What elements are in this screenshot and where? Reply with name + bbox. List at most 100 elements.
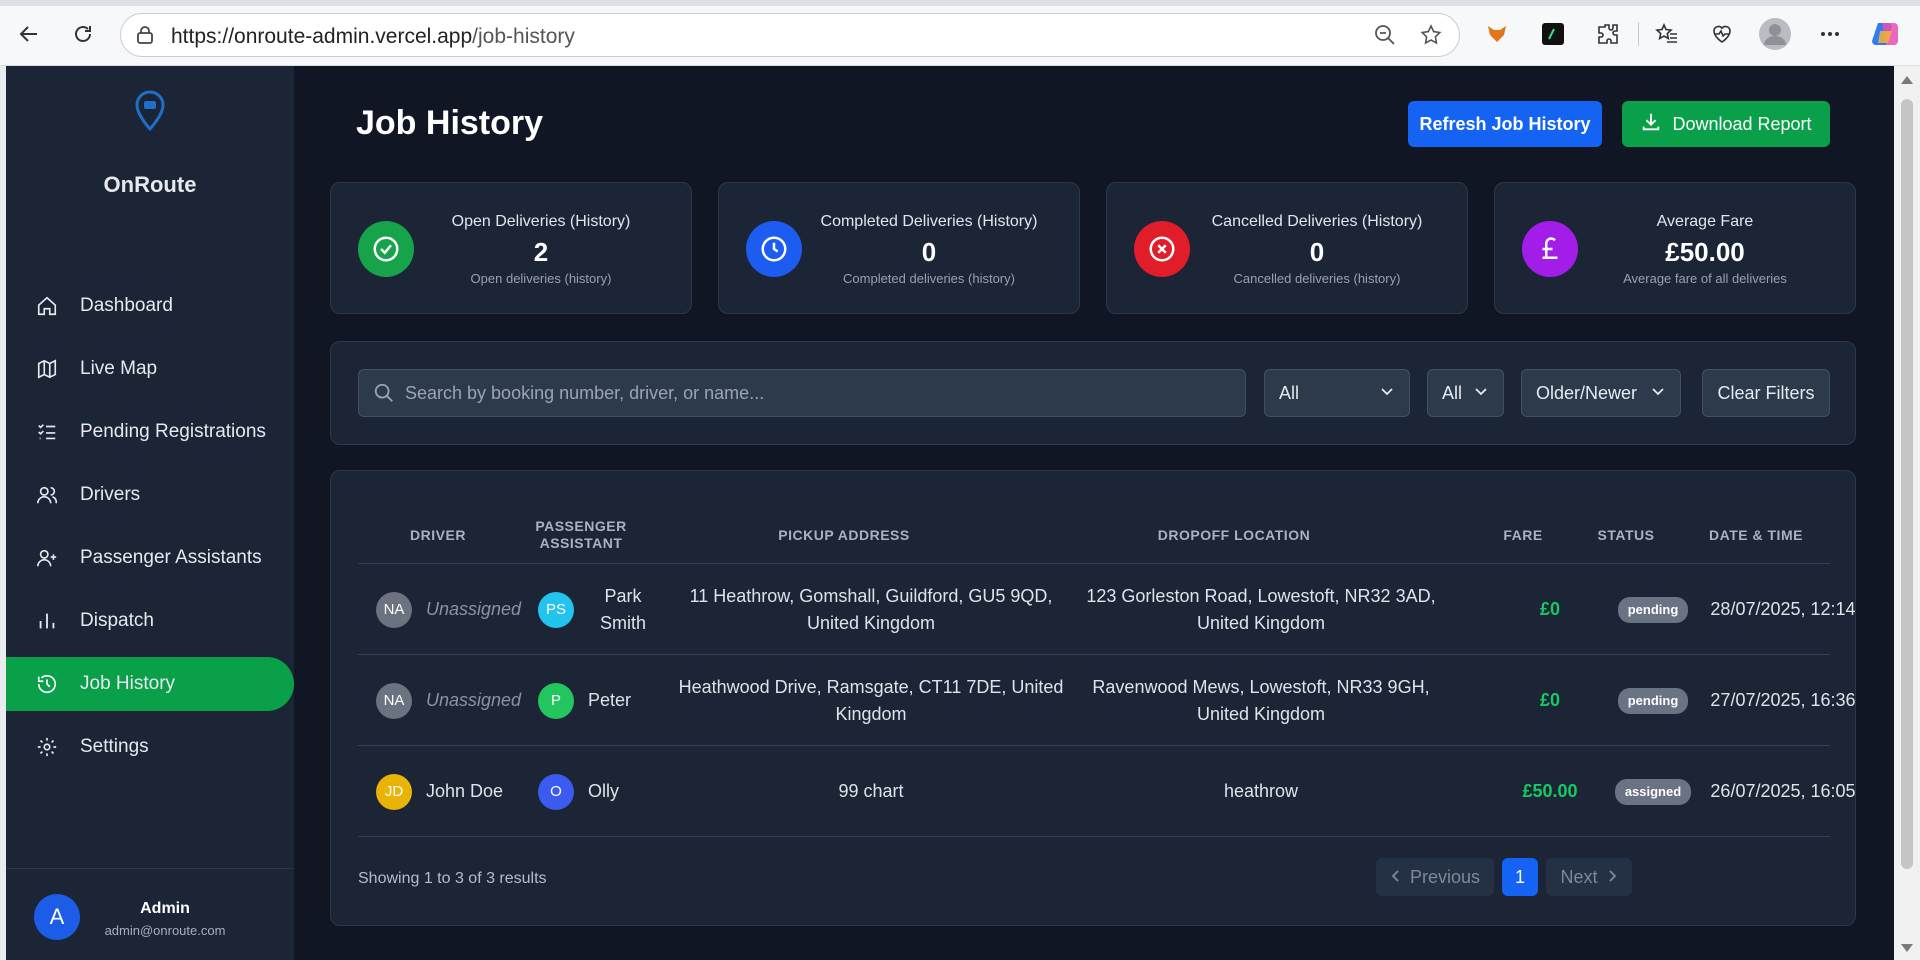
search-input[interactable]: Search by booking number, driver, or nam… — [358, 369, 1246, 417]
scrollbar-thumb[interactable] — [1901, 99, 1913, 869]
sort-value: Older/Newer — [1536, 382, 1638, 403]
page-title: Job History — [356, 104, 544, 142]
clear-filters-button[interactable]: Clear Filters — [1702, 369, 1830, 417]
column-header-date-time[interactable]: DATE & TIME — [1681, 509, 1831, 561]
next-page-button[interactable]: Next — [1546, 858, 1632, 896]
status-badge: pending — [1617, 596, 1689, 623]
profile-avatar-icon[interactable] — [1758, 17, 1792, 51]
stat-text: Cancelled Deliveries (History) 0 Cancell… — [1203, 213, 1431, 286]
users-icon — [34, 482, 60, 508]
stat-subtitle: Average fare of all deliveries — [1623, 271, 1787, 286]
pickup-address: Heathwood Drive, Ramsgate, CT11 7DE, Uni… — [678, 676, 1064, 724]
admin-name: Admin — [140, 900, 190, 917]
sidebar-item-settings[interactable]: Settings — [6, 720, 294, 774]
driver-cell: JD John Doe — [376, 746, 526, 837]
search-icon — [373, 382, 395, 409]
zoom-out-icon[interactable] — [1373, 23, 1397, 52]
tab-strip — [0, 0, 1920, 6]
column-header-status[interactable]: STATUS — [1571, 509, 1681, 561]
sidebar-item-dashboard[interactable]: Dashboard — [6, 279, 294, 333]
location-pin-logo-icon — [132, 90, 168, 139]
url-text: https://onroute-admin.vercel.app/job-his… — [171, 25, 575, 49]
avatar: NA — [376, 682, 412, 719]
x-circle-icon — [1134, 221, 1190, 277]
download-report-button[interactable]: Download Report — [1622, 101, 1830, 147]
sidebar-item-pending-registrations[interactable]: Pending Registrations — [6, 405, 294, 459]
sidebar-item-dispatch[interactable]: Dispatch — [6, 594, 294, 648]
bar-chart-icon — [34, 608, 60, 634]
passenger-assistant-cell: PS Park Smith — [538, 564, 668, 655]
sidebar-item-passenger-assistants[interactable]: Passenger Assistants — [6, 531, 294, 585]
download-icon — [1640, 111, 1662, 138]
driver-name: Unassigned — [426, 690, 522, 710]
table-row[interactable]: JD John Doe O Olly 99 chart heathrow £50… — [358, 746, 1856, 837]
back-icon[interactable] — [12, 17, 46, 51]
sidebar-item-label: Settings — [80, 736, 149, 757]
admin-email: admin@onroute.com — [104, 923, 226, 938]
scroll-up-icon[interactable] — [1901, 76, 1913, 84]
sidebar-item-job-history[interactable]: Job History — [6, 657, 294, 711]
previous-page-button[interactable]: Previous — [1376, 858, 1494, 896]
sidebar-item-drivers[interactable]: Drivers — [6, 468, 294, 522]
passenger-assistant-cell: O Olly — [538, 746, 668, 837]
status-filter-dropdown[interactable]: All — [1264, 369, 1410, 417]
stat-subtitle: Completed deliveries (history) — [843, 271, 1015, 286]
address-bar[interactable]: https://onroute-admin.vercel.app/job-his… — [120, 13, 1460, 57]
page-scrollbar[interactable] — [1894, 66, 1920, 960]
browser-toolbar: https://onroute-admin.vercel.app/job-his… — [0, 0, 1920, 66]
avatar: JD — [376, 773, 412, 810]
health-heart-icon[interactable] — [1705, 17, 1739, 51]
scroll-down-icon[interactable] — [1901, 944, 1913, 952]
column-header-dropoff-location[interactable]: DROPOFF LOCATION — [1039, 509, 1429, 561]
terminal-extension-icon[interactable] — [1536, 17, 1570, 51]
avatar: PS — [538, 591, 574, 628]
lock-icon[interactable] — [135, 25, 155, 50]
date-time: 28/07/2025, 12:14 — [1710, 599, 1856, 619]
sort-dropdown[interactable]: Older/Newer — [1521, 369, 1681, 417]
driver-cell: NA Unassigned — [376, 564, 526, 655]
column-header-pickup-address[interactable]: PICKUP ADDRESS — [649, 509, 1039, 561]
toolbar-separator — [1638, 22, 1639, 46]
stat-text: Open Deliveries (History) 2 Open deliver… — [427, 213, 655, 286]
table-row[interactable]: NA Unassigned PS Park Smith 11 Heathrow,… — [358, 564, 1856, 655]
chevron-down-icon — [1379, 383, 1395, 404]
job-history-table: DRIVER PASSENGER ASSISTANT PICKUP ADDRES… — [330, 470, 1856, 926]
stat-text: Completed Deliveries (History) 0 Complet… — [815, 213, 1043, 286]
pickup-address: 11 Heathrow, Gomshall, Guildford, GU5 9Q… — [689, 585, 1053, 633]
stat-title: Completed Deliveries (History) — [820, 213, 1038, 230]
sidebar-item-label: Pending Registrations — [80, 421, 266, 442]
download-report-label: Download Report — [1672, 113, 1812, 134]
favorite-star-icon[interactable] — [1419, 23, 1443, 52]
type-filter-dropdown[interactable]: All — [1427, 369, 1504, 417]
sidebar-item-live-map[interactable]: Live Map — [6, 342, 294, 396]
table-row[interactable]: NA Unassigned P Peter Heathwood Drive, R… — [358, 655, 1856, 746]
column-header-fare[interactable]: FARE — [1479, 509, 1567, 561]
refresh-job-history-button[interactable]: Refresh Job History — [1408, 101, 1602, 147]
stat-card-average-fare: Average Fare £50.00 Average fare of all … — [1494, 182, 1856, 314]
more-menu-icon[interactable] — [1813, 17, 1847, 51]
page-number-button[interactable]: 1 — [1502, 858, 1538, 896]
passenger-assistant-cell: P Peter — [538, 655, 668, 746]
driver-name: John Doe — [426, 781, 504, 801]
status-filter-value: All — [1279, 382, 1300, 403]
results-summary: Showing 1 to 3 of 3 results — [358, 870, 547, 887]
column-header-passenger-assistant[interactable]: PASSENGER ASSISTANT — [521, 509, 641, 561]
map-icon — [34, 356, 60, 382]
fare-value: £0 — [1539, 599, 1561, 619]
fare-value: £0 — [1539, 690, 1561, 710]
reload-icon[interactable] — [66, 17, 100, 51]
favorites-list-icon[interactable] — [1650, 17, 1684, 51]
gear-icon — [34, 734, 60, 760]
sidebar-item-label: Live Map — [80, 358, 158, 379]
passenger-assistant-name: Olly — [588, 781, 619, 801]
chevron-left-icon — [1390, 867, 1402, 888]
admin-avatar[interactable]: A — [34, 894, 80, 940]
url-host: https://onroute-admin.vercel.app — [171, 25, 473, 48]
puzzle-extensions-icon[interactable] — [1591, 17, 1625, 51]
fox-extension-icon[interactable] — [1480, 17, 1514, 51]
column-header-driver[interactable]: DRIVER — [358, 509, 518, 561]
chevron-down-icon — [1473, 383, 1489, 404]
dropoff-location: heathrow — [1223, 781, 1299, 801]
home-icon — [34, 293, 60, 319]
copilot-icon[interactable] — [1868, 17, 1902, 51]
